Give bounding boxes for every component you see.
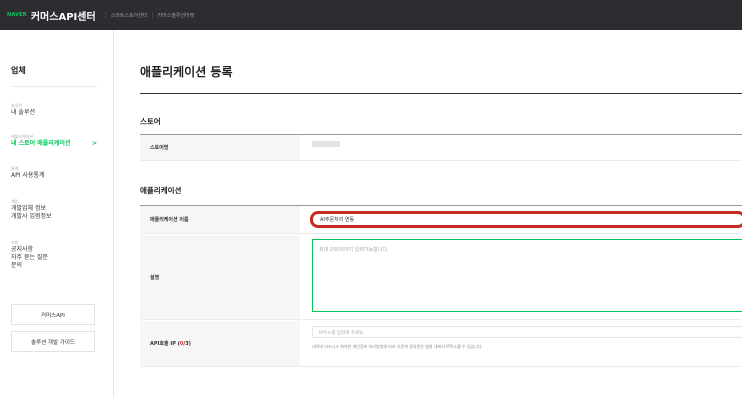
- sidebar: 업체 솔루션 내 솔루션 애플리케이션 내 스토어 애플리케이션 > 통계 AP…: [0, 30, 114, 398]
- sidebar-item-developer-entry[interactable]: 개발사 입점정보: [11, 213, 52, 221]
- sidebar-item-my-solution[interactable]: 내 솔루션: [11, 109, 35, 117]
- sidebar-item-label: 내 스토어 애플리케이션: [11, 140, 71, 147]
- brand-title[interactable]: 커머스API센터: [31, 8, 96, 23]
- divider: [140, 93, 742, 94]
- sidebar-group-support: 지원 공지사항 자주 묻는 질문 문의: [11, 240, 48, 270]
- api-ip-row: API호출 IP (0/3) IP주소를 입력해 주세요. 네이버 비즈니스 취…: [140, 321, 742, 367]
- app-name-row: 애플리케이션 이름 AI주문처리 연동: [140, 206, 742, 234]
- description-label: 설명: [140, 235, 300, 319]
- store-name-value: [312, 141, 340, 147]
- app-name-label: 애플리케이션 이름: [140, 206, 300, 233]
- top-link-smartstore[interactable]: 스마트스토어센터: [111, 12, 148, 19]
- api-ip-label: API호출 IP (0/3): [140, 321, 300, 366]
- sidebar-group-application: 애플리케이션 내 스토어 애플리케이션 >: [11, 134, 97, 148]
- naver-logo[interactable]: NAVER: [7, 12, 27, 18]
- store-name-label: 스토어명: [140, 135, 300, 160]
- sidebar-item-developer-info[interactable]: 개발업체 정보: [11, 205, 52, 213]
- store-section-title: 스토어: [140, 117, 161, 126]
- sidebar-item-api-stats[interactable]: API 사용통계: [11, 172, 44, 180]
- commerce-api-button[interactable]: 커머스API: [11, 304, 95, 325]
- divider: |: [151, 11, 154, 19]
- sidebar-item-notice[interactable]: 공지사항: [11, 246, 48, 254]
- divider: |: [104, 11, 107, 19]
- top-navigation-bar: NAVER 커머스API센터 | 스마트스토어센터 | 커머스솔루션마켓: [0, 0, 742, 30]
- sidebar-title: 업체: [11, 66, 26, 75]
- application-section-title: 애플리케이션: [140, 186, 182, 195]
- solution-guide-button[interactable]: 솔루션 개발 가이드: [11, 331, 95, 352]
- sidebar-group-stats: 통계 API 사용통계: [11, 166, 44, 180]
- app-name-input[interactable]: AI주문처리 연동: [310, 211, 742, 228]
- sidebar-group-account: 계정 개발업체 정보 개발사 입점정보: [11, 199, 52, 221]
- top-link-solution-market[interactable]: 커머스솔루션마켓: [158, 12, 195, 19]
- ip-help-text: 네이버 비즈니스 취약한 개인정보 처리방침에 따라 기준에 동의받은 범위 내…: [312, 344, 483, 349]
- sidebar-item-faq[interactable]: 자주 묻는 질문: [11, 254, 48, 262]
- page-title: 애플리케이션 등록: [140, 65, 233, 79]
- description-textarea[interactable]: 최대 200자까지 입력가능합니다.: [312, 239, 742, 312]
- divider: [11, 86, 97, 87]
- sidebar-item-my-store-app[interactable]: 내 스토어 애플리케이션 >: [11, 140, 97, 148]
- sidebar-item-inquiry[interactable]: 문의: [11, 262, 48, 270]
- ip-address-input[interactable]: IP주소를 입력해 주세요.: [312, 326, 742, 338]
- description-row: 설명 최대 200자까지 입력가능합니다.: [140, 235, 742, 320]
- sidebar-group-solution: 솔루션 내 솔루션: [11, 103, 35, 117]
- store-row: 스토어명: [140, 135, 742, 161]
- chevron-right-icon: >: [91, 140, 97, 147]
